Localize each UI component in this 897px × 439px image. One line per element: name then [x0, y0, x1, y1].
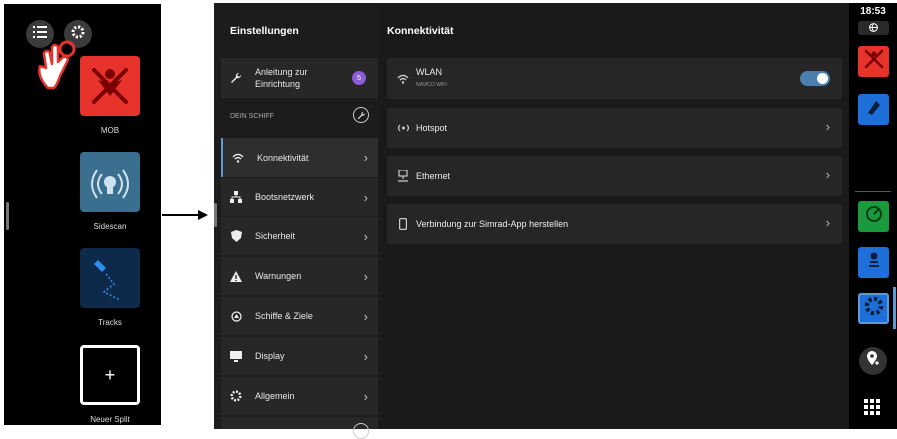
arrow-right-icon	[162, 207, 208, 225]
mob-icon	[80, 68, 140, 120]
settings-screen: Einstellungen Anleitung zur Einrichtung …	[214, 3, 897, 439]
simrad-app-row[interactable]: Verbindung zur Simrad-App herstellen ›	[387, 204, 842, 244]
setup-guide-line1: Anleitung zur	[255, 67, 308, 77]
connectivity-pane: Konnektivität WLAN NAVICO WIFI Hotspot ›	[378, 3, 849, 429]
setup-guide-line2: Einrichtung	[255, 79, 301, 89]
vessel-icon	[229, 310, 243, 322]
warning-icon	[229, 270, 243, 282]
sidescan-tile[interactable]	[80, 152, 140, 212]
location-add-icon	[866, 350, 880, 372]
mob-app-button[interactable]	[858, 46, 889, 77]
right-app-bar: 18:53	[849, 3, 897, 429]
sidebar-item-label: Schiffe & Ziele	[255, 311, 313, 321]
wlan-label: WLAN	[416, 66, 443, 77]
add-waypoint-button[interactable]	[859, 347, 887, 375]
sidebar-item-konnektivitaet[interactable]: Konnektivität ›	[221, 138, 378, 177]
setup-guide-item[interactable]: Anleitung zur Einrichtung 5	[221, 58, 378, 98]
chevron-right-icon: ›	[363, 349, 368, 364]
chevron-right-icon: ›	[363, 389, 368, 404]
globe-icon	[869, 19, 878, 37]
tile-label-new-split: Neuer Split	[90, 415, 130, 424]
shield-icon	[229, 230, 243, 242]
resize-handle[interactable]	[214, 203, 217, 227]
list-item-partial	[221, 417, 378, 439]
resize-handle[interactable]	[6, 202, 9, 230]
mob-tile[interactable]	[80, 56, 140, 116]
wrench-icon	[229, 72, 243, 84]
hotspot-row[interactable]: Hotspot ›	[387, 108, 842, 148]
sidebar-item-warnungen[interactable]: Warnungen ›	[221, 257, 378, 295]
split-menu-panel: MOB Sidescan Tracks + Neuer Split	[4, 4, 161, 425]
sonar-app-button[interactable]	[858, 247, 889, 278]
wifi-icon	[396, 74, 410, 84]
radar-icon	[864, 204, 884, 229]
tile-label-mob: MOB	[100, 126, 120, 135]
section-header: DEIN SCHIFF	[230, 113, 274, 120]
tile-label-sidescan: Sidescan	[93, 222, 127, 231]
sidebar-item-schiffe-ziele[interactable]: Schiffe & Ziele ›	[221, 297, 378, 335]
sidebar-item-label: Allgemein	[255, 391, 295, 401]
chevron-right-icon: ›	[363, 229, 368, 244]
circle-button-icon	[353, 423, 369, 439]
settings-title: Einstellungen	[230, 25, 299, 37]
tile-label-tracks: Tracks	[98, 318, 122, 327]
page-title: Konnektivität	[387, 25, 454, 37]
wlan-row[interactable]: WLAN NAVICO WIFI	[387, 58, 842, 99]
new-split-tile[interactable]: +	[80, 345, 140, 405]
chevron-right-icon: ›	[825, 119, 830, 134]
sidebar-item-label: Bootsnetzwerk	[255, 192, 315, 202]
chevron-right-icon: ›	[825, 167, 830, 182]
sidebar-item-allgemein[interactable]: Allgemein ›	[221, 377, 378, 415]
chevron-right-icon: ›	[363, 269, 368, 284]
status-indicator	[858, 21, 889, 35]
settings-app-button[interactable]	[858, 293, 889, 324]
sidebar-item-sicherheit[interactable]: Sicherheit ›	[221, 217, 378, 255]
sidebar-item-label: Warnungen	[255, 271, 302, 281]
divider	[855, 191, 891, 192]
gear-icon	[229, 390, 243, 402]
chevron-right-icon: ›	[363, 190, 368, 205]
wifi-icon	[231, 153, 245, 163]
sidebar-item-display[interactable]: Display ›	[221, 337, 378, 375]
gear-icon	[864, 296, 884, 321]
tracks-tile[interactable]	[80, 248, 140, 308]
grid-icon	[864, 399, 880, 419]
active-indicator	[893, 287, 896, 329]
sidebar-item-label: Konnektivität	[257, 152, 309, 163]
setup-guide-badge: 5	[352, 71, 366, 85]
chart-icon	[864, 97, 884, 122]
settings-menu: Einstellungen Anleitung zur Einrichtung …	[214, 3, 378, 439]
tracks-icon	[80, 260, 140, 312]
sonar-icon	[866, 250, 882, 275]
sidebar-item-label: Sicherheit	[255, 231, 296, 241]
sidescan-icon	[80, 169, 140, 216]
apps-grid-button[interactable]	[864, 399, 880, 420]
phone-icon	[396, 218, 410, 230]
plus-icon: +	[104, 365, 116, 385]
chevron-right-icon: ›	[363, 150, 368, 165]
sidebar-item-label: Display	[255, 351, 285, 361]
hotspot-icon	[396, 123, 410, 133]
mob-icon	[862, 47, 886, 76]
simrad-app-label: Verbindung zur Simrad-App herstellen	[416, 219, 569, 229]
ethernet-icon	[396, 170, 410, 182]
clock: 18:53	[860, 6, 886, 17]
display-icon	[229, 350, 243, 362]
chevron-right-icon: ›	[825, 215, 830, 230]
toggle-knob	[817, 73, 828, 84]
wlan-sublabel: NAVICO WIFI	[416, 81, 447, 88]
network-icon	[229, 191, 243, 203]
wlan-toggle[interactable]	[800, 71, 830, 86]
chevron-right-icon: ›	[363, 309, 368, 324]
hotspot-label: Hotspot	[416, 123, 448, 133]
wrench-button[interactable]	[353, 107, 369, 123]
radar-app-button[interactable]	[858, 201, 889, 232]
ethernet-label: Ethernet	[416, 171, 451, 181]
hand-pointer-icon	[34, 40, 78, 95]
ethernet-row[interactable]: Ethernet ›	[387, 156, 842, 196]
chart-app-button[interactable]	[858, 94, 889, 125]
sidebar-item-bootsnetzwerk[interactable]: Bootsnetzwerk ›	[221, 178, 378, 216]
